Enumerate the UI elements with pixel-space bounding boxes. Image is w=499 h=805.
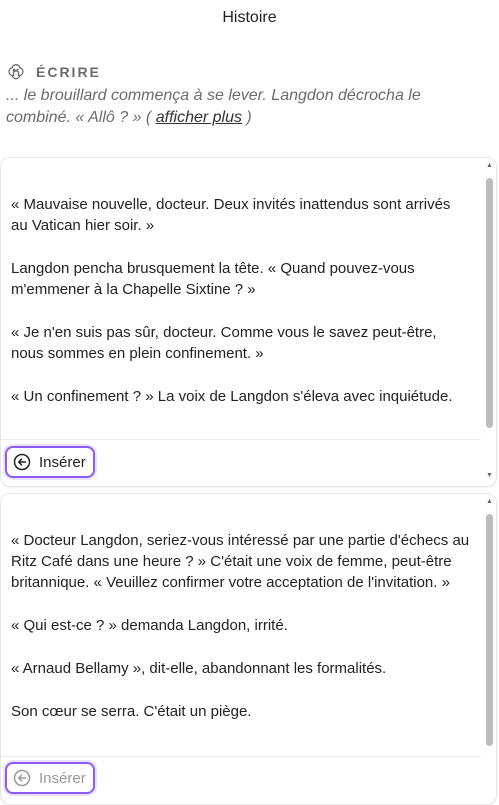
suggestion-paragraph: « Qui est-ce ? » demanda Langdon, irrité… bbox=[11, 617, 288, 634]
insert-label: Insérer bbox=[39, 453, 86, 471]
scrollbar[interactable]: ▲ ▼ bbox=[485, 162, 494, 482]
openai-icon bbox=[6, 62, 26, 82]
scrollbar-thumb[interactable] bbox=[486, 178, 493, 428]
suggestion-text: « Mauvaise nouvelle, docteur. Deux invit… bbox=[11, 194, 471, 429]
scroll-down-arrow-icon[interactable]: ▼ bbox=[485, 472, 494, 480]
excerpt-close: ) bbox=[241, 109, 252, 126]
scroll-up-arrow-icon[interactable]: ▲ bbox=[485, 162, 494, 170]
story-excerpt: ... le brouillard commença à se lever. L… bbox=[6, 85, 476, 129]
insert-button[interactable]: Insérer bbox=[5, 762, 95, 794]
arrow-left-circle-icon bbox=[13, 453, 31, 471]
scrollbar[interactable]: ▲ bbox=[485, 498, 494, 798]
suggestion-paragraph: « Arnaud Bellamy », dit-elle, abandonnan… bbox=[11, 660, 387, 677]
suggestion-paragraph: « Un confinement ? » La voix de Langdon … bbox=[11, 388, 453, 405]
write-label: ÉCRIRE bbox=[36, 64, 101, 80]
arrow-left-circle-icon bbox=[13, 769, 31, 787]
insert-label: Insérer bbox=[39, 769, 86, 787]
scroll-up-arrow-icon[interactable]: ▲ bbox=[485, 498, 494, 506]
suggestion-card: « Mauvaise nouvelle, docteur. Deux invit… bbox=[0, 157, 497, 487]
suggestion-card: « Docteur Langdon, seriez-vous intéressé… bbox=[0, 493, 497, 805]
suggestion-paragraph: « Je n'en suis pas sûr, docteur. Comme v… bbox=[11, 324, 437, 362]
suggestion-paragraph: « Docteur Langdon, seriez-vous intéressé… bbox=[11, 532, 470, 591]
show-more-link[interactable]: afficher plus bbox=[156, 109, 242, 126]
suggestion-paragraph: Son cœur se serra. C'était un piège. bbox=[11, 703, 252, 720]
insert-button[interactable]: Insérer bbox=[5, 446, 95, 478]
suggestion-text: « Docteur Langdon, seriez-vous intéressé… bbox=[11, 530, 471, 744]
suggestion-paragraph: « Mauvaise nouvelle, docteur. Deux invit… bbox=[11, 196, 451, 234]
divider bbox=[1, 756, 481, 757]
page-title: Histoire bbox=[222, 9, 277, 26]
divider bbox=[1, 439, 481, 440]
suggestion-paragraph: Langdon pencha brusquement la tête. « Qu… bbox=[11, 260, 415, 298]
write-section-header: ÉCRIRE bbox=[6, 62, 101, 82]
scrollbar-thumb[interactable] bbox=[486, 514, 493, 746]
